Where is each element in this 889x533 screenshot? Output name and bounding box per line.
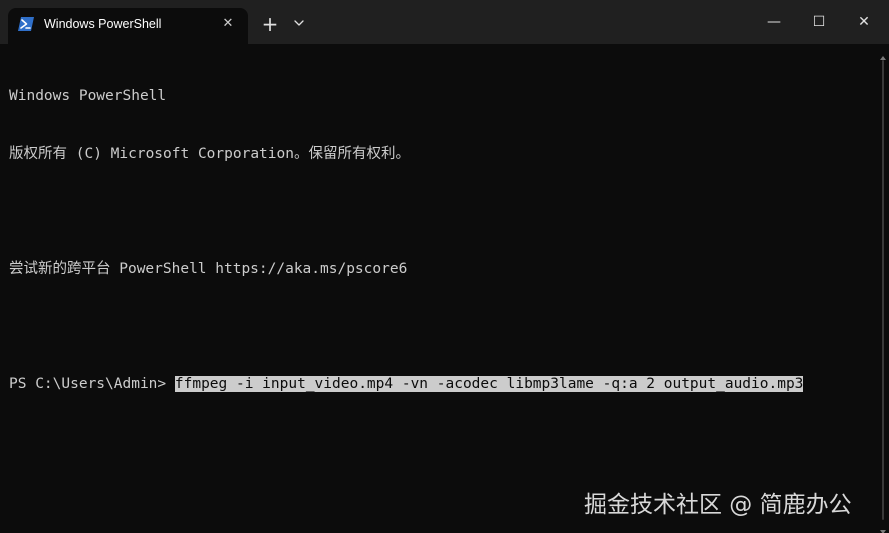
prompt: PS C:\Users\Admin>	[9, 376, 175, 393]
tab-close-icon[interactable]: ✕	[220, 16, 236, 32]
scroll-up-icon[interactable]	[880, 48, 886, 60]
chevron-down-icon[interactable]	[291, 15, 307, 31]
tab-windows-powershell[interactable]: Windows PowerShell ✕	[8, 8, 248, 44]
terminal-line-copyright: 版权所有 (C) Microsoft Corporation。保留所有权利。	[9, 146, 410, 162]
terminal-output[interactable]: Windows PowerShell 版权所有 (C) Microsoft Co…	[9, 49, 869, 433]
terminal-line-command[interactable]: PS C:\Users\Admin> ffmpeg -i input_video…	[9, 375, 869, 394]
new-tab-button[interactable]: +	[260, 14, 280, 34]
title-bar[interactable]: Windows PowerShell ✕ + — ☐ ✕	[0, 0, 889, 44]
minimize-button[interactable]: —	[762, 10, 786, 34]
terminal-line-pscore: 尝试新的跨平台 PowerShell https://aka.ms/pscore…	[9, 261, 408, 278]
watermark: 掘金技术社区 @ 简鹿办公	[584, 492, 852, 518]
command-selected[interactable]: ffmpeg -i input_video.mp4 -vn -acodec li…	[174, 376, 804, 393]
close-button[interactable]: ✕	[852, 10, 876, 34]
scroll-down-icon[interactable]	[880, 522, 886, 533]
maximize-button[interactable]: ☐	[807, 10, 831, 34]
tab-title: Windows PowerShell	[44, 17, 162, 31]
powershell-icon	[18, 17, 34, 31]
scrollbar-thumb[interactable]	[882, 60, 884, 520]
terminal-window: Windows PowerShell ✕ + — ☐ ✕ Windows Pow…	[0, 0, 889, 533]
terminal-line-header: Windows PowerShell	[9, 88, 167, 105]
